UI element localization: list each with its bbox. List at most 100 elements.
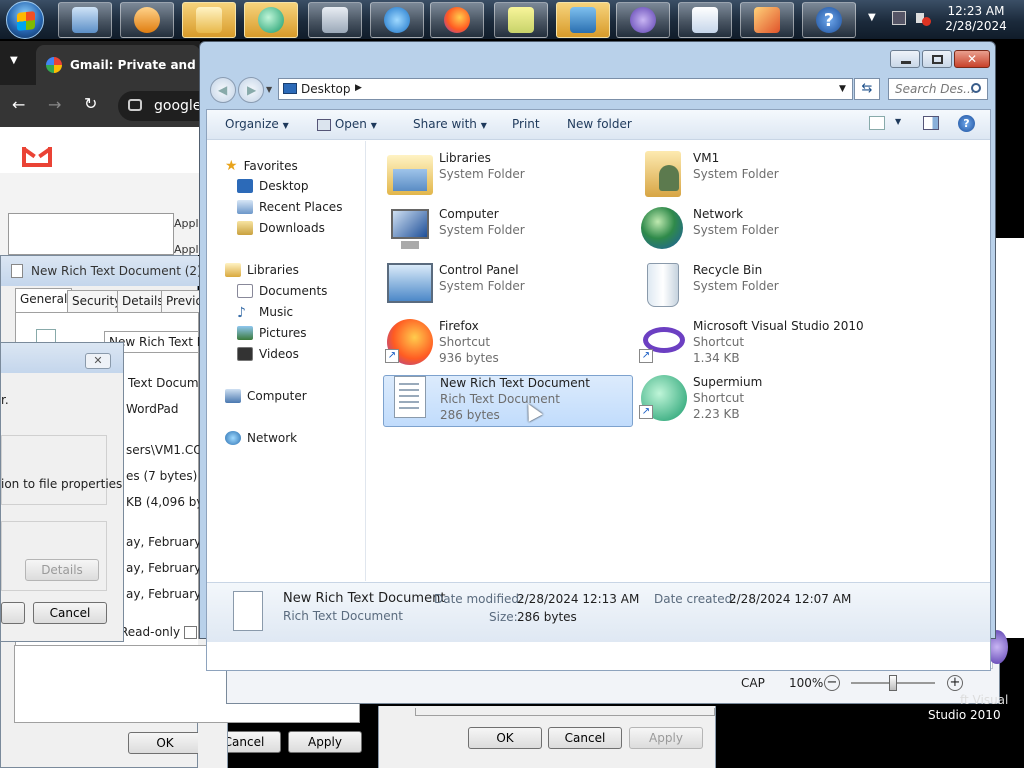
readonly-checkbox[interactable] [184,626,197,639]
item-new-rich-text-document[interactable]: New Rich Text Document Rich Text Documen… [383,375,633,427]
refresh-button[interactable]: ⇆ [854,78,880,100]
breadcrumb-arrow-icon[interactable]: ▶ [355,83,362,93]
taskbar-help-button[interactable]: ? [802,2,856,38]
address-desktop-crumb[interactable]: Desktop [301,82,351,96]
item-visual-studio[interactable]: ↗ Microsoft Visual Studio 2010 Shortcut … [637,319,887,371]
user-folder-icon [645,151,681,197]
search-icon[interactable] [971,83,981,93]
taskbar-control-panel-button[interactable] [58,2,112,38]
organize-button[interactable]: Organize ▼ [225,117,289,131]
taskbar-supermium-button[interactable] [244,2,298,38]
recent-pages-icon[interactable]: ▼ [266,85,272,94]
item-control-panel[interactable]: Control Panel System Folder [383,263,633,315]
item-name: Recycle Bin [693,263,763,277]
help-icon[interactable]: ? [958,115,975,132]
nav-network[interactable]: Network [225,431,297,445]
nav-favorites[interactable]: ★ Favorites [225,158,298,174]
item-vm1[interactable]: VM1 System Folder [637,151,887,203]
taskbar-visual-studio-button[interactable] [616,2,670,38]
taskbar-sticky-notes-button[interactable] [494,2,548,38]
close-button[interactable]: ✕ [954,50,990,68]
details-created-value: 2/28/2024 12:07 AM [729,592,852,606]
share-with-button[interactable]: Share with ▼ [413,117,487,131]
item-network[interactable]: Network System Folder [637,207,887,259]
share-label: Share with [413,117,477,131]
network-tray-icon[interactable] [892,11,906,25]
maximize-button[interactable] [922,50,952,68]
file-list: Libraries System Folder VM1 System Folde… [367,141,990,581]
explorer-window: ✕ ◀ ▶ ▼ Desktop ▶ ▼ ⇆ Search Des... Orga… [199,41,996,671]
taskbar-media-player-button[interactable] [120,2,174,38]
tray-overflow-icon[interactable]: ▼ [868,12,876,23]
minimize-button[interactable] [890,50,920,68]
taskbar-explorer-button[interactable] [182,2,236,38]
back-icon[interactable]: ← [12,95,25,114]
tab-list-icon[interactable]: ▼ [10,55,18,66]
second-dialog-apply-button[interactable]: Apply [629,727,703,749]
taskbar-calculator-button[interactable] [308,2,362,38]
print-button[interactable]: Print [512,117,540,131]
start-button[interactable] [6,1,44,39]
search-box[interactable]: Search Des... [888,78,988,100]
properties-apply-button[interactable]: Apply [288,731,362,753]
zoom-slider-thumb[interactable] [889,675,897,691]
nav-pictures[interactable]: Pictures [237,326,307,340]
address-bar[interactable]: Desktop ▶ ▼ [278,78,853,100]
small-dialog-cancel-button[interactable]: Cancel [33,602,107,624]
taskbar-firefox-button[interactable] [430,2,484,38]
item-libraries[interactable]: Libraries System Folder [383,151,633,203]
nav-documents[interactable]: Documents [237,284,327,298]
taskbar-ie-button[interactable] [370,2,424,38]
forward-icon[interactable]: → [48,95,61,114]
properties-ok-button[interactable]: OK [128,732,202,754]
omnibox[interactable]: google [118,91,201,121]
reload-icon[interactable]: ↻ [84,94,97,113]
view-dropdown-icon[interactable]: ▼ [895,117,901,126]
second-dialog-ok-button[interactable]: OK [468,727,542,749]
second-dialog-cancel-button[interactable]: Cancel [548,727,622,749]
details-name: New Rich Text Document [283,591,446,606]
item-supermium[interactable]: ↗ Supermium Shortcut 2.23 KB [637,375,887,427]
back-button[interactable]: ◀ [210,77,236,103]
item-recycle-bin[interactable]: Recycle Bin System Folder [637,263,887,315]
forward-button[interactable]: ▶ [238,77,264,103]
item-size: 286 bytes [440,408,500,422]
view-icon[interactable] [869,116,885,130]
nav-libraries[interactable]: Libraries [225,263,299,277]
volume-muted-icon[interactable] [916,11,931,26]
details-created-label: Date created: [654,592,737,606]
clock[interactable]: 12:23 AM 2/28/2024 [944,4,1008,34]
zoom-out-button[interactable]: − [824,675,840,691]
taskbar-wordpad-button[interactable] [678,2,732,38]
desktop-icon [283,83,297,94]
clock-time: 12:23 AM [947,4,1005,18]
open-button[interactable]: Open ▼ [317,117,377,131]
nav-videos[interactable]: Videos [237,347,299,361]
nav-desktop[interactable]: Desktop [237,179,309,193]
address-dropdown-icon[interactable]: ▼ [839,84,846,94]
nav-downloads[interactable]: Downloads [237,221,325,235]
search-placeholder: Search Des... [895,82,975,96]
computer-icon [225,389,241,403]
taskbar-paint-button[interactable] [740,2,794,38]
taskbar-photo-viewer-button[interactable] [556,2,610,38]
small-dialog-ok-button[interactable] [1,602,25,624]
nav-recent-places[interactable]: Recent Places [237,200,342,214]
small-dialog-close-icon[interactable]: ✕ [85,353,111,369]
new-folder-button[interactable]: New folder [567,117,632,131]
item-firefox[interactable]: ↗ Firefox Shortcut 936 bytes [383,319,633,371]
item-name: Network [693,207,744,221]
firefox-icon [444,7,470,33]
item-computer[interactable]: Computer System Folder [383,207,633,259]
gmail-icon[interactable] [22,147,52,169]
preview-pane-icon[interactable] [923,116,939,130]
site-info-icon[interactable] [128,99,142,111]
tab-general[interactable]: General [15,288,73,313]
details-button[interactable]: Details [25,559,99,581]
nav-downloads-label: Downloads [259,221,325,235]
zoom-in-button[interactable]: + [947,675,963,691]
nav-music[interactable]: ♪ Music [237,305,293,321]
chrome-tab[interactable]: Gmail: Private and secu [36,45,231,85]
chrome-window: ▼ Gmail: Private and secu ← → ↻ google [0,41,231,173]
nav-computer[interactable]: Computer [225,389,307,403]
